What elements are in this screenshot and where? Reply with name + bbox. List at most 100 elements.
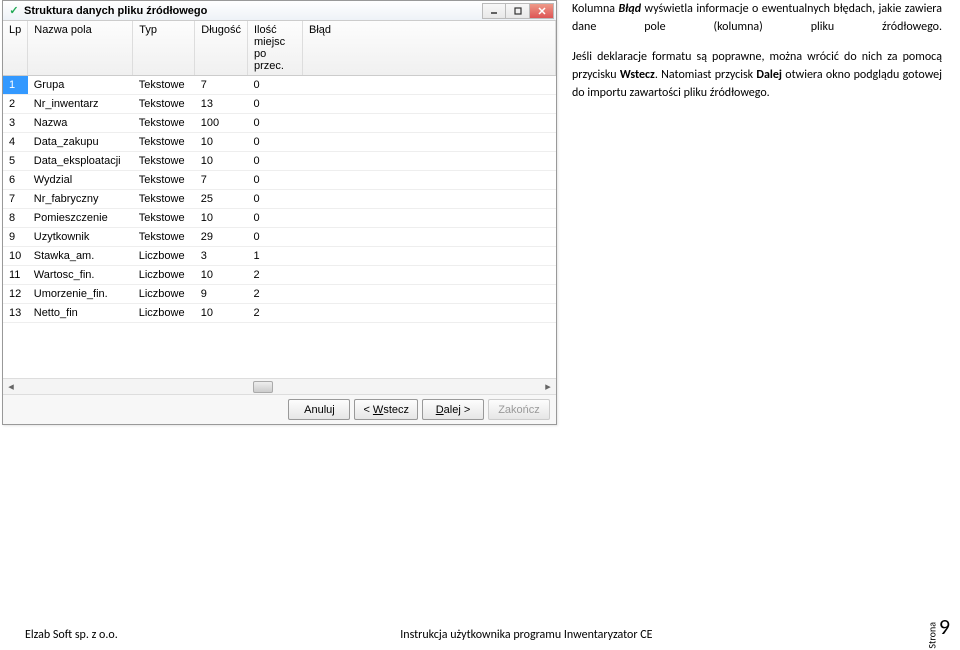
cell: 10	[195, 209, 248, 228]
cell-error	[303, 171, 556, 190]
cell: Pomieszczenie	[28, 209, 133, 228]
cell: Stawka_am.	[28, 247, 133, 266]
dialog-content: Lp Nazwa pola Typ Długość Ilość miejsc p…	[3, 21, 556, 424]
cell: 10	[195, 266, 248, 285]
cell: Uzytkownik	[28, 228, 133, 247]
cell-error	[303, 285, 556, 304]
table-row[interactable]: 8PomieszczenieTekstowe100	[3, 209, 556, 228]
fields-table: Lp Nazwa pola Typ Długość Ilość miejsc p…	[3, 21, 556, 323]
cell: 2	[3, 95, 28, 114]
table-row[interactable]: 13Netto_finLiczbowe102	[3, 304, 556, 323]
description-text: Kolumna Błąd wyświetla informacje o ewen…	[572, 0, 942, 114]
col-type[interactable]: Typ	[133, 21, 195, 76]
cell: 13	[195, 95, 248, 114]
paragraph-1: Kolumna Błąd wyświetla informacje o ewen…	[572, 0, 942, 36]
cell: Nazwa	[28, 114, 133, 133]
cancel-button[interactable]: Anuluj	[288, 399, 350, 420]
cell: 0	[248, 114, 303, 133]
cell: 0	[248, 209, 303, 228]
scroll-thumb[interactable]	[253, 381, 273, 393]
cell: Liczbowe	[133, 304, 195, 323]
cell: 9	[195, 285, 248, 304]
scroll-left-icon[interactable]: ◂	[3, 380, 19, 394]
page-number-tag: Strona9	[912, 613, 950, 640]
cell: 12	[3, 285, 28, 304]
cell: 0	[248, 133, 303, 152]
cell-error	[303, 209, 556, 228]
col-length[interactable]: Długość	[195, 21, 248, 76]
cell-error	[303, 190, 556, 209]
cell: Tekstowe	[133, 133, 195, 152]
cell: Netto_fin	[28, 304, 133, 323]
cell-error	[303, 266, 556, 285]
cell: Tekstowe	[133, 95, 195, 114]
table-row[interactable]: 10Stawka_am.Liczbowe31	[3, 247, 556, 266]
cell: Grupa	[28, 76, 133, 95]
window-title: Struktura danych pliku źródłowego	[24, 5, 482, 17]
cell: Wydzial	[28, 171, 133, 190]
cell-error	[303, 152, 556, 171]
app-icon: ✓	[7, 4, 21, 18]
col-name[interactable]: Nazwa pola	[28, 21, 133, 76]
cell: Data_eksploatacji	[28, 152, 133, 171]
footer-company: Elzab Soft sp. z o.o.	[25, 628, 118, 642]
table-row[interactable]: 4Data_zakupuTekstowe100	[3, 133, 556, 152]
footer-doc-title: Instrukcja użytkownika programu Inwentar…	[400, 628, 652, 642]
cell: Liczbowe	[133, 266, 195, 285]
next-button[interactable]: Dalej >	[422, 399, 484, 420]
paragraph-2: Jeśli deklaracje formatu są poprawne, mo…	[572, 48, 942, 102]
table-row[interactable]: 9UzytkownikTekstowe290	[3, 228, 556, 247]
col-lp[interactable]: Lp	[3, 21, 28, 76]
cell: Tekstowe	[133, 76, 195, 95]
window-controls	[482, 3, 554, 19]
cell: Tekstowe	[133, 114, 195, 133]
scroll-track[interactable]	[19, 380, 540, 394]
cell: 10	[195, 152, 248, 171]
cell: Nr_fabryczny	[28, 190, 133, 209]
cell-error	[303, 95, 556, 114]
cell: 13	[3, 304, 28, 323]
table-row[interactable]: 12Umorzenie_fin.Liczbowe92	[3, 285, 556, 304]
cell: 7	[195, 76, 248, 95]
cell: Tekstowe	[133, 152, 195, 171]
titlebar[interactable]: ✓ Struktura danych pliku źródłowego	[3, 1, 556, 21]
cell: 10	[195, 304, 248, 323]
table-header-row: Lp Nazwa pola Typ Długość Ilość miejsc p…	[3, 21, 556, 76]
cell-error	[303, 304, 556, 323]
scroll-right-icon[interactable]: ▸	[540, 380, 556, 394]
cell-error	[303, 76, 556, 95]
close-button[interactable]	[530, 3, 554, 19]
table-row[interactable]: 6WydzialTekstowe70	[3, 171, 556, 190]
cell-error	[303, 228, 556, 247]
table-row[interactable]: 11Wartosc_fin.Liczbowe102	[3, 266, 556, 285]
cell: 2	[248, 285, 303, 304]
cell: 3	[3, 114, 28, 133]
cell: 2	[248, 266, 303, 285]
cell: Tekstowe	[133, 228, 195, 247]
cell: Tekstowe	[133, 190, 195, 209]
horizontal-scrollbar[interactable]: ◂ ▸	[3, 378, 556, 394]
col-error[interactable]: Błąd	[303, 21, 556, 76]
cell-error	[303, 133, 556, 152]
maximize-button[interactable]	[506, 3, 530, 19]
cell: 6	[3, 171, 28, 190]
table-row[interactable]: 5Data_eksploatacjiTekstowe100	[3, 152, 556, 171]
back-button[interactable]: < Wstecz	[354, 399, 418, 420]
cell: 10	[3, 247, 28, 266]
cell-error	[303, 114, 556, 133]
table-row[interactable]: 3NazwaTekstowe1000	[3, 114, 556, 133]
cell: 0	[248, 95, 303, 114]
cell: 1	[248, 247, 303, 266]
table-row[interactable]: 1GrupaTekstowe70	[3, 76, 556, 95]
cell: 4	[3, 133, 28, 152]
table-row[interactable]: 2Nr_inwentarzTekstowe130	[3, 95, 556, 114]
table-container: Lp Nazwa pola Typ Długość Ilość miejsc p…	[3, 21, 556, 378]
finish-button: Zakończ	[488, 399, 550, 420]
cell: 2	[248, 304, 303, 323]
cell: 7	[3, 190, 28, 209]
table-row[interactable]: 7Nr_fabrycznyTekstowe250	[3, 190, 556, 209]
cell: 11	[3, 266, 28, 285]
minimize-button[interactable]	[482, 3, 506, 19]
cell: 100	[195, 114, 248, 133]
col-decimals[interactable]: Ilość miejsc po przec.	[248, 21, 303, 76]
